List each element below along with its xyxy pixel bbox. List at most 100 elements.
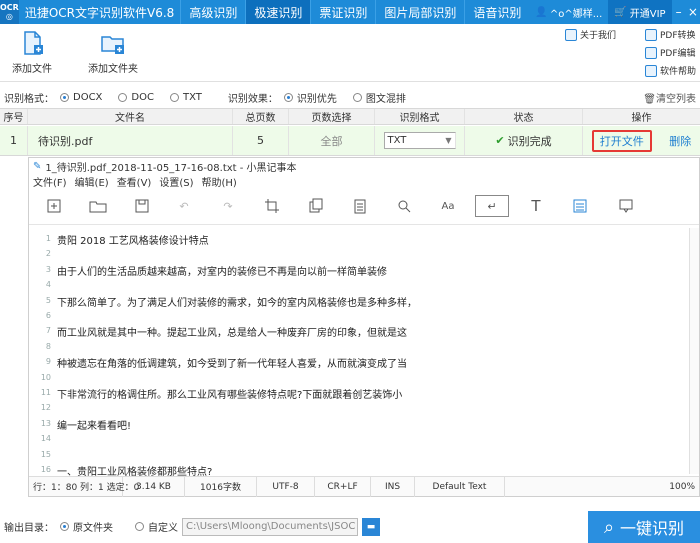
col-action: 操作 <box>631 113 652 124</box>
text-line: 由于人们的生活品质越来越高，对室内的装修已不再是向以前一样简单装修 <box>57 266 387 278</box>
add-folder-button[interactable]: 添加文件夹 <box>88 30 138 75</box>
tab-fast[interactable]: 极速识别 <box>245 0 311 24</box>
new-file-icon[interactable] <box>45 197 63 215</box>
word-wrap-icon[interactable]: ↵ <box>475 195 509 217</box>
pdf-edit-button[interactable]: PDF编辑 <box>645 46 696 59</box>
menu-settings[interactable]: 设置(S) <box>159 174 193 189</box>
list-icon[interactable] <box>571 197 589 215</box>
add-file-button[interactable]: 添加文件 <box>12 30 52 75</box>
text-line: 种被遗忘在角落的低调建筑，如今受到了新一代年轻人喜爱，从而就演变成了当 <box>57 359 407 371</box>
line-number: 5 <box>45 295 51 305</box>
line-number: 8 <box>45 341 51 351</box>
radio-source-folder[interactable] <box>60 522 69 531</box>
notepad-app-icon: ✎ <box>33 160 42 172</box>
line-number: 4 <box>45 280 51 290</box>
font-icon[interactable]: T <box>527 197 545 215</box>
about-button[interactable]: 关于我们 <box>565 28 616 41</box>
line-number: 10 <box>40 372 51 382</box>
format-label: 识别格式： <box>4 93 54 105</box>
line-number: 12 <box>40 403 51 413</box>
menu-edit[interactable]: 编辑(E) <box>75 174 109 189</box>
line-number: 14 <box>40 434 51 444</box>
notepad-editor[interactable]: 1 2 3 4 5 6 7 8 9 10 11 12 13 14 15 16 贵阳 2018 工艺风格装修设计… <box>29 228 699 478</box>
search-icon[interactable] <box>395 197 413 215</box>
notepad-title-bar: ✎ 1_待识别.pdf_2018-11-05_17-16-08.txt - 小黑… <box>33 160 297 174</box>
menu-help[interactable]: 帮助(H) <box>202 174 237 189</box>
browse-folder-icon[interactable]: ▬ <box>362 517 380 536</box>
pdf-convert-icon <box>645 28 657 41</box>
status-chars: 1016字数 <box>185 476 257 497</box>
text-line: 而工业风就是其中一种。提起工业风，总是给人一种废弃厂房的印象，但就是这 <box>57 328 407 340</box>
table-row[interactable]: 1 待识别.pdf 5 全部 TXT ▼ ✔ 识别完成 打开文件 删除 <box>0 126 700 156</box>
vertical-scrollbar[interactable] <box>689 228 699 474</box>
tab-image-partial[interactable]: 图片局部识别 <box>375 0 464 24</box>
copy-icon[interactable] <box>307 197 325 215</box>
text-line: 下非常流行的格调住所。那么工业风有哪些装修特点呢?下面就跟着创艺装饰小 <box>57 390 403 401</box>
effect-label: 识别效果： <box>227 93 278 105</box>
cart-icon: 🛒 <box>614 6 627 18</box>
close-icon[interactable]: × <box>686 0 700 24</box>
row-actions: 打开文件 删除 <box>583 126 700 155</box>
app-logo: OCR ◎ <box>0 0 19 24</box>
paste-icon[interactable] <box>351 197 369 215</box>
radio-mixed-layout[interactable] <box>352 92 362 102</box>
col-pages: 总页数 <box>233 109 289 124</box>
add-folder-icon <box>100 30 126 56</box>
comment-icon[interactable] <box>617 197 635 215</box>
col-filename: 文件名 <box>28 109 233 124</box>
notepad-toolbar: ↶ ↷ Aа ↵ T <box>29 189 699 225</box>
notepad-window: ✎ 1_待识别.pdf_2018-11-05_17-16-08.txt - 小黑… <box>28 157 700 497</box>
col-index: 序号 <box>0 109 28 124</box>
format-select[interactable]: TXT ▼ <box>383 132 456 149</box>
row-format-cell: TXT ▼ <box>375 126 465 155</box>
output-path-input[interactable]: C:\Users\Mloong\Documents\JSOC <box>182 517 358 536</box>
clear-list-button[interactable]: 🗑清空列表 <box>643 90 700 105</box>
radio-txt[interactable] <box>169 92 179 102</box>
redo-icon[interactable]: ↷ <box>219 197 237 215</box>
help-button[interactable]: 软件帮助 <box>645 64 696 77</box>
delete-button[interactable]: 删除 <box>669 133 691 149</box>
line-number: 3 <box>45 264 51 274</box>
help-icon <box>645 64 657 77</box>
vip-button[interactable]: 🛒 开通VIP <box>608 0 672 24</box>
open-file-button[interactable]: 打开文件 <box>591 129 652 152</box>
recognize-button[interactable]: ⌕ 一键识别 <box>588 511 700 543</box>
user-menu[interactable]: 👤 ^o^娜样... <box>529 0 608 24</box>
status-font: Default Text <box>415 476 505 497</box>
line-number: 2 <box>45 249 51 259</box>
add-file-icon <box>19 30 45 56</box>
main-toolbar: 添加文件 添加文件夹 关于我们 PDF转换 PDF编辑 软件帮助 <box>0 24 700 82</box>
col-status: 状态 <box>465 109 583 124</box>
status-size: 3.14 KB <box>123 476 185 497</box>
radio-recognition-first[interactable] <box>283 92 293 102</box>
tab-advanced[interactable]: 高级识别 <box>180 0 245 24</box>
row-pages: 5 <box>233 126 289 155</box>
text-line: 下那么简单了。为了满足人们对装修的需求，如今的室内风格装修也是多种多样， <box>57 297 417 309</box>
radio-docx[interactable] <box>60 92 69 102</box>
app-title: 迅捷OCR文字识别软件V6.8 <box>24 5 175 20</box>
notepad-text-area[interactable]: 贵阳 2018 工艺风格装修设计特点 由于人们的生活品质越来越高，对室内的装修已… <box>55 228 689 478</box>
line-number: 6 <box>45 311 51 320</box>
line-number: 1 <box>45 234 51 243</box>
save-icon[interactable] <box>133 197 151 215</box>
row-status: ✔ 识别完成 <box>465 126 583 155</box>
menu-view[interactable]: 查看(V) <box>117 174 152 189</box>
tab-ticket[interactable]: 票证识别 <box>310 0 375 24</box>
status-zoom: 100% <box>669 481 695 492</box>
status-eol: CR+LF <box>315 476 371 497</box>
minimize-icon[interactable]: – <box>672 0 686 24</box>
radio-doc[interactable] <box>118 92 128 102</box>
line-number-gutter: 1 2 3 4 5 6 7 8 9 10 11 12 13 14 15 16 <box>29 228 55 474</box>
undo-icon[interactable]: ↶ <box>175 197 193 215</box>
row-page-select[interactable]: 全部 <box>289 126 375 155</box>
line-number: 11 <box>40 388 51 397</box>
pdf-edit-icon <box>645 46 657 59</box>
crop-icon[interactable] <box>263 197 281 215</box>
radio-custom-folder[interactable] <box>135 522 144 531</box>
open-folder-icon[interactable] <box>89 197 107 215</box>
tab-voice[interactable]: 语音识别 <box>464 0 529 24</box>
output-label: 输出目录： <box>4 523 54 534</box>
pdf-convert-button[interactable]: PDF转换 <box>645 28 696 41</box>
menu-file[interactable]: 文件(F) <box>33 174 67 189</box>
replace-icon[interactable]: Aа <box>439 197 457 215</box>
